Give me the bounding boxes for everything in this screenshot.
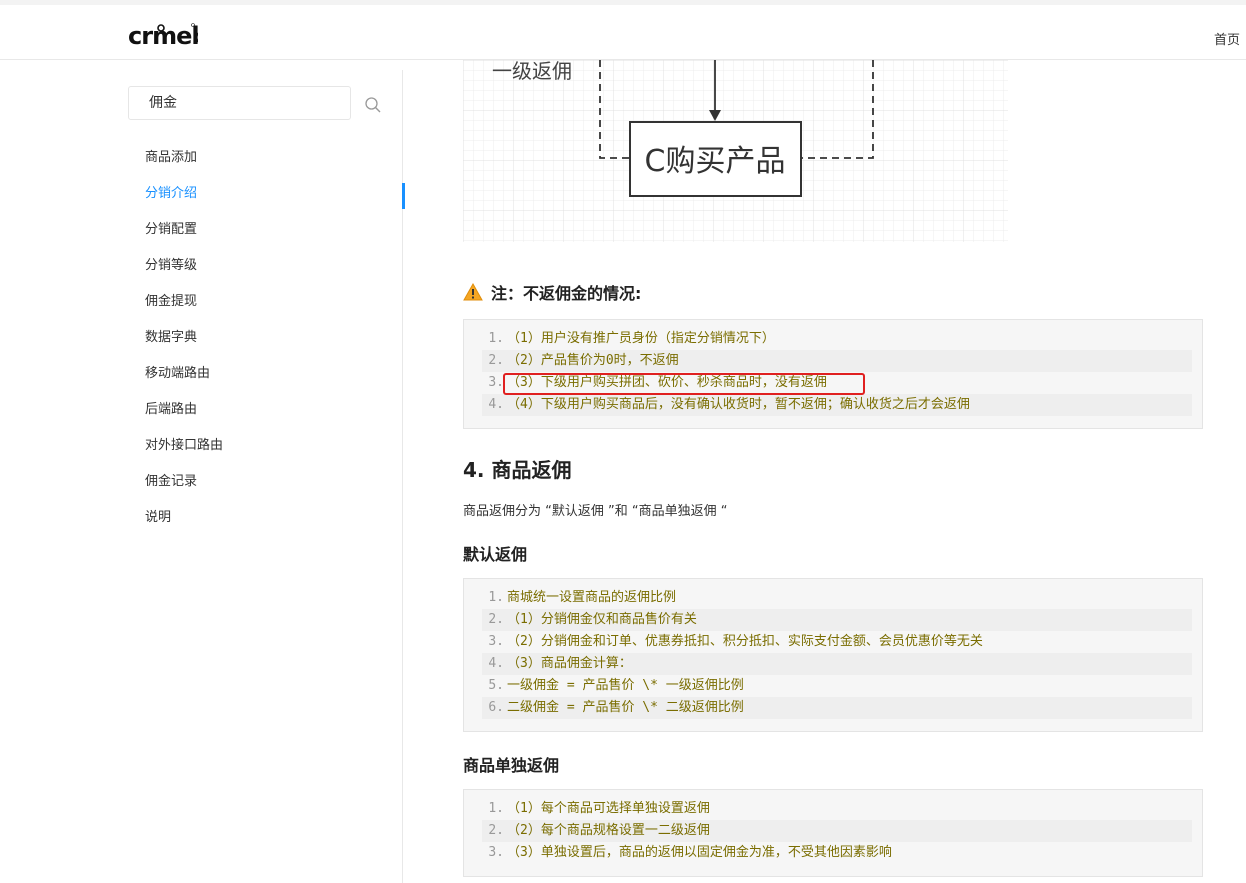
code-line: 3. （3）单独设置后，商品的返佣以固定佣金为准，不受其他因素影响 bbox=[488, 845, 892, 860]
sidebar: 佣金 商品添加 分销介绍 分销配置 分销等级 佣金提现 数据字典 移动端路由 后… bbox=[112, 70, 405, 883]
sidebar-item-notes[interactable]: 说明 bbox=[112, 500, 403, 536]
code-line: 1. （1）用户没有推广员身份（指定分销情况下） bbox=[488, 331, 775, 346]
code-line: 1. 商城统一设置商品的返佣比例 bbox=[488, 590, 677, 605]
code-line: 5. 一级佣金 = 产品售价 \* 一级返佣比例 bbox=[488, 678, 744, 693]
diagram-box-label: C购买产品 bbox=[645, 144, 786, 179]
subsection-title-single: 商品单独返佣 bbox=[463, 756, 560, 775]
code-line: 4. （4）下级用户购买商品后，没有确认收货时，暂不返佣；确认收货之后才会返佣 bbox=[482, 394, 1192, 416]
sidebar-item-distribution-level[interactable]: 分销等级 bbox=[112, 248, 403, 284]
search-icon[interactable] bbox=[364, 96, 382, 114]
section-description: 商品返佣分为 “默认返佣 ”和 “商品单独返佣 “ bbox=[463, 504, 728, 519]
code-line: 3. （2）分销佣金和订单、优惠券抵扣、积分抵扣、实际支付金额、会员优惠价等无关 bbox=[488, 634, 983, 649]
sidebar-item-product-add[interactable]: 商品添加 bbox=[112, 140, 403, 176]
sidebar-item-commission-records[interactable]: 佣金记录 bbox=[112, 464, 403, 500]
code-block-single-rebate: 1. （1）每个商品可选择单独设置返佣 2. （2）每个商品规格设置一二级返佣 3.… bbox=[463, 789, 1203, 877]
code-line: 2. （1）分销佣金仅和商品售价有关 bbox=[482, 609, 1192, 631]
warning-icon bbox=[463, 283, 483, 301]
code-block-default-rebate: 1. 商城统一设置商品的返佣比例 2. （1）分销佣金仅和商品售价有关 3. （2）分… bbox=[463, 578, 1203, 732]
subsection-title-default: 默认返佣 bbox=[463, 545, 528, 564]
sidebar-item-distribution-config[interactable]: 分销配置 bbox=[112, 212, 403, 248]
diagram-left-label: 一级返佣 bbox=[492, 60, 572, 83]
sidebar-item-commission-withdraw[interactable]: 佣金提现 bbox=[112, 284, 403, 320]
code-line: 6. 二级佣金 = 产品售价 \* 二级返佣比例 bbox=[482, 697, 1192, 719]
top-bar: crmeb 首页 bbox=[0, 0, 1246, 60]
sidebar-item-distribution-intro[interactable]: 分销介绍 bbox=[112, 176, 405, 212]
crmeb-logo[interactable]: crmeb bbox=[128, 19, 198, 49]
note-title: 注：不返佣金的情况: bbox=[491, 284, 642, 303]
section-title: 4. 商品返佣 bbox=[463, 458, 572, 482]
sidebar-menu: 商品添加 分销介绍 分销配置 分销等级 佣金提现 数据字典 移动端路由 后端路由… bbox=[112, 140, 405, 536]
sidebar-item-mobile-routes[interactable]: 移动端路由 bbox=[112, 356, 403, 392]
highlight-annotation bbox=[503, 373, 865, 395]
note-heading: 注：不返佣金的情况: bbox=[463, 280, 641, 304]
search-input[interactable]: 佣金 bbox=[128, 86, 351, 120]
code-line: 1. （1）每个商品可选择单独设置返佣 bbox=[488, 801, 710, 816]
code-line: 2. （2）产品售价为0时，不返佣 bbox=[482, 350, 1192, 372]
sidebar-item-backend-routes[interactable]: 后端路由 bbox=[112, 392, 403, 428]
sidebar-item-data-dictionary[interactable]: 数据字典 bbox=[112, 320, 403, 356]
rebate-flow-diagram: C购买产品 一级返佣 bbox=[463, 60, 1008, 242]
code-line: 4. （3）商品佣金计算： bbox=[482, 653, 1192, 675]
code-line: 2. （2）每个商品规格设置一二级返佣 bbox=[482, 820, 1192, 842]
sidebar-item-api-routes[interactable]: 对外接口路由 bbox=[112, 428, 403, 464]
nav-home-link[interactable]: 首页 bbox=[1214, 29, 1240, 48]
